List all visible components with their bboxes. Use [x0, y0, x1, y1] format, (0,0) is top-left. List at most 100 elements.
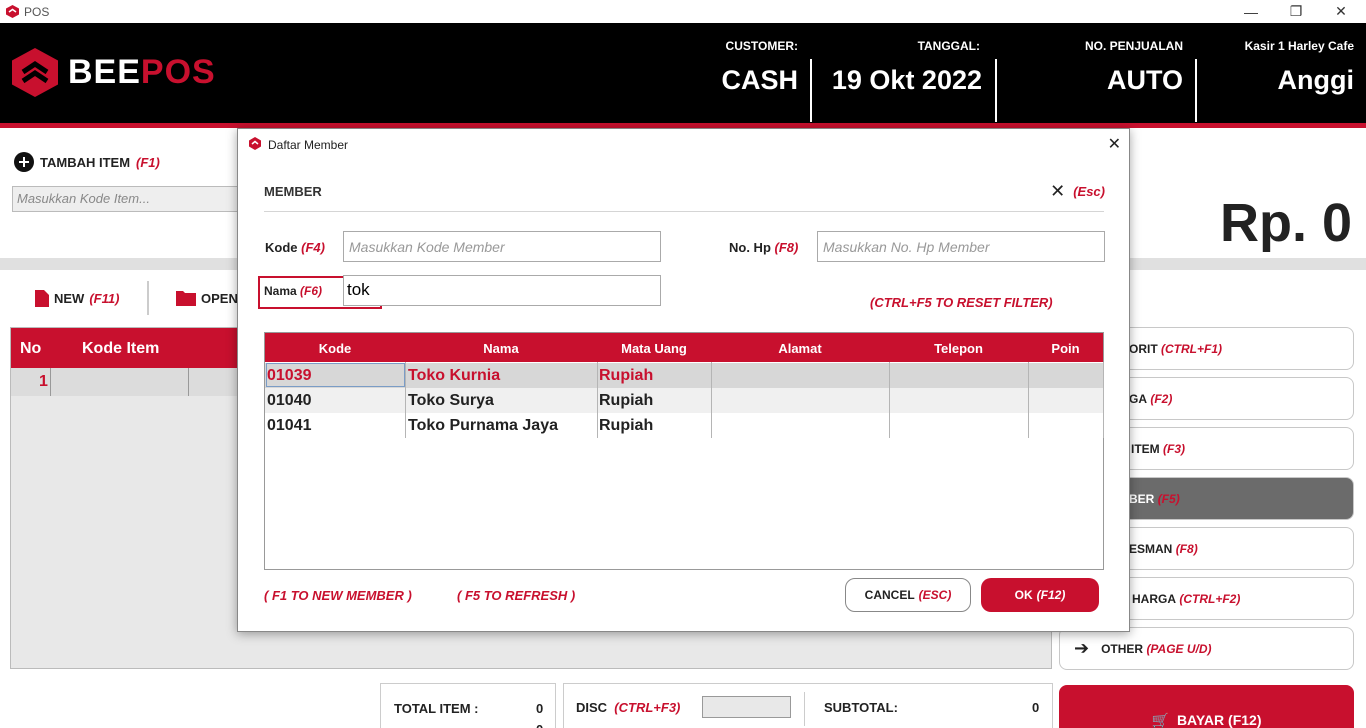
- header-divider: [1195, 59, 1197, 122]
- toolbar-divider: [147, 281, 149, 315]
- customer-value[interactable]: CASH: [680, 65, 798, 96]
- hp-member-input[interactable]: Masukkan No. Hp Member: [817, 231, 1105, 262]
- tambah-item-label: TAMBAH ITEM: [40, 154, 131, 170]
- member-table[interactable]: Kode Nama Mata Uang Alamat Telepon Poin …: [264, 332, 1104, 570]
- column-divider: [405, 362, 406, 438]
- cell-mata-uang: Rupiah: [599, 367, 654, 384]
- total-item-label: TOTAL ITEM :: [394, 701, 479, 716]
- new-button[interactable]: NEW (F11): [35, 290, 119, 307]
- app-header: BEEPOS CUSTOMER: CASH TANGGAL: 19 Okt 20…: [0, 23, 1366, 123]
- subtotal-value: 0: [1032, 700, 1040, 715]
- plus-circle-icon: [14, 152, 34, 172]
- col-kode: Kode: [318, 341, 352, 356]
- cell-kode: 01041: [267, 417, 312, 434]
- folder-icon: [176, 291, 196, 306]
- grand-total-display: Rp. 0: [1219, 193, 1352, 253]
- arrow-right-icon: ➔: [1074, 638, 1090, 658]
- summary-box: DISC (CTRL+F3) SUBTOTAL: 0: [563, 683, 1053, 728]
- grid-row-no: 1: [39, 373, 48, 390]
- header-divider: [810, 59, 812, 122]
- kode-label: Kode (F4): [265, 240, 325, 255]
- new-member-hint: ( F1 TO NEW MEMBER ): [264, 588, 412, 603]
- window-title: POS: [24, 5, 50, 19]
- disc-input[interactable]: [702, 696, 791, 718]
- kode-member-input[interactable]: Masukkan Kode Member: [343, 231, 661, 262]
- open-button[interactable]: OPEN: [176, 290, 238, 306]
- col-poin: Poin: [1051, 341, 1080, 356]
- header-divider: [995, 59, 997, 122]
- col-alamat: Alamat: [778, 341, 822, 356]
- col-mata-uang: Mata Uang: [621, 341, 687, 356]
- kode-item-input[interactable]: Masukkan Kode Item...: [12, 186, 244, 212]
- ok-button[interactable]: OK (F12): [981, 578, 1099, 612]
- column-divider: [1103, 362, 1104, 438]
- grid-cell-line: [50, 368, 51, 396]
- dialog-close-icon[interactable]: ✕: [1108, 134, 1121, 154]
- total-item-box: TOTAL ITEM : 0 0: [380, 683, 556, 728]
- kasir-value: Anggi: [1277, 65, 1354, 95]
- dialog-logo-icon: [249, 137, 261, 150]
- cell-kode: 01040: [267, 392, 312, 409]
- esc-key: (Esc): [1073, 184, 1105, 199]
- reset-filter-hint: (CTRL+F5 TO RESET FILTER): [870, 295, 1053, 310]
- hp-label: No. Hp (F8): [729, 240, 799, 255]
- tambah-item-button[interactable]: TAMBAH ITEM (F1): [14, 152, 160, 172]
- col-telepon: Telepon: [934, 341, 983, 356]
- close-icon[interactable]: ✕: [1318, 0, 1364, 23]
- new-key: (F11): [89, 291, 120, 306]
- bayar-button[interactable]: 🛒 BAYAR (F12): [1059, 685, 1354, 728]
- grid-cell-line: [188, 368, 189, 396]
- disc-label: DISC (CTRL+F3): [576, 700, 681, 715]
- daftar-member-dialog: Daftar Member ✕ MEMBER ✕ (Esc) Kode (F4)…: [237, 128, 1130, 632]
- table-row[interactable]: 01041 Toko Purnama Jaya Rupiah: [265, 413, 1103, 438]
- customer-label: CUSTOMER:: [725, 39, 798, 53]
- brand-logo-text: BEEPOS: [68, 53, 216, 91]
- app-logo-icon: [6, 5, 19, 18]
- penjualan-value: AUTO: [1106, 65, 1183, 95]
- close-icon: ✕: [1050, 181, 1066, 201]
- minimize-icon[interactable]: —: [1228, 0, 1274, 23]
- col-nama: Nama: [483, 341, 519, 356]
- nama-member-input[interactable]: tok: [343, 275, 661, 306]
- dialog-title: Daftar Member: [268, 138, 349, 152]
- selected-cell-outline: [266, 363, 405, 387]
- refresh-hint: ( F5 TO REFRESH ): [457, 588, 576, 603]
- dialog-titlebar: Daftar Member ✕: [238, 129, 1129, 159]
- cancel-button[interactable]: CANCEL (ESC): [845, 578, 971, 612]
- window-titlebar: POS — ❐ ✕: [0, 0, 1366, 23]
- restore-icon[interactable]: ❐: [1273, 0, 1319, 23]
- tanggal-label: TANGGAL:: [917, 39, 980, 53]
- total-item-value-2: 0: [536, 722, 543, 728]
- member-esc-button[interactable]: ✕ (Esc): [1050, 181, 1105, 202]
- cell-nama: Toko Surya: [408, 392, 494, 409]
- column-divider: [1028, 362, 1029, 438]
- subtotal-label: SUBTOTAL:: [824, 700, 898, 715]
- new-label: NEW: [54, 291, 85, 306]
- column-divider: [597, 362, 598, 438]
- table-row[interactable]: 01040 Toko Surya Rupiah: [265, 388, 1103, 413]
- cell-nama: Toko Purnama Jaya: [408, 417, 558, 434]
- cell-mata-uang: Rupiah: [599, 392, 654, 409]
- total-item-value: 0: [536, 701, 544, 716]
- nama-label: Nama (F6): [264, 284, 323, 298]
- cart-icon: 🛒: [1151, 712, 1169, 728]
- file-icon: [35, 290, 49, 307]
- tambah-item-key: (F1): [136, 154, 160, 170]
- penjualan-label: NO. PENJUALAN: [1084, 39, 1183, 53]
- cell-nama: Toko Kurnia: [408, 367, 501, 384]
- grid-header-no: No: [20, 340, 42, 357]
- member-section-label: MEMBER: [264, 184, 322, 199]
- summary-divider: [804, 692, 805, 726]
- section-divider: [264, 211, 1104, 212]
- bayar-label: BAYAR (F12): [1176, 712, 1262, 728]
- beepos-logo-icon: [12, 48, 58, 97]
- member-table-header: Kode Nama Mata Uang Alamat Telepon Poin: [265, 333, 1103, 362]
- kasir-label: Kasir 1 Harley Cafe: [1244, 39, 1354, 53]
- grid-header-kode-item: Kode Item: [82, 340, 160, 357]
- column-divider: [889, 362, 890, 438]
- column-divider: [711, 362, 712, 438]
- side-other-button[interactable]: ➔ OTHER (PAGE U/D): [1059, 627, 1354, 670]
- tanggal-value[interactable]: 19 Okt 2022: [822, 65, 982, 96]
- open-label: OPEN: [201, 290, 238, 306]
- cell-mata-uang: Rupiah: [599, 417, 654, 434]
